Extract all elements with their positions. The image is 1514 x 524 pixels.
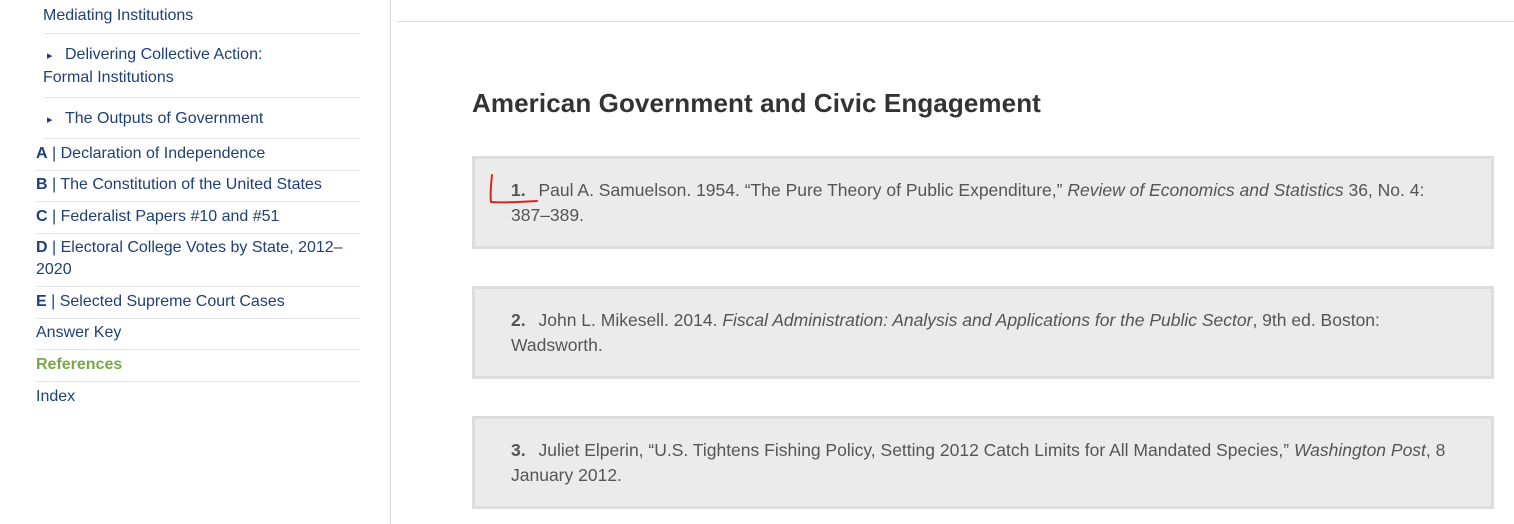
- sidebar-item-appendix-c[interactable]: C | Federalist Papers #10 and #51: [36, 206, 360, 234]
- sidebar-item-label: References: [36, 356, 123, 373]
- sidebar-item-label-line2: Formal Institutions: [43, 69, 174, 86]
- reference-number: 1.: [511, 180, 526, 200]
- reference-text: Paul A. Samuelson. 1954. “The Pure Theor…: [538, 180, 1068, 200]
- sidebar-item-index[interactable]: Index: [36, 386, 360, 414]
- reference-item-1: 1. Paul A. Samuelson. 1954. “The Pure Th…: [472, 156, 1494, 249]
- sidebar-item-label: Index: [36, 388, 76, 405]
- reference-text: John L. Mikesell. 2014.: [538, 310, 723, 330]
- header-divider: [397, 21, 1514, 22]
- appendix-letter: B: [36, 176, 48, 193]
- sidebar-item-label: | Declaration of Independence: [52, 145, 266, 162]
- sidebar-item-label: The Outputs of Government: [65, 110, 264, 127]
- sidebar-item-delivering-collective-action[interactable]: ▸ Delivering Collective Action: Formal In…: [43, 44, 360, 98]
- sidebar-item-label: Mediating Institutions: [43, 7, 194, 24]
- sidebar-item-appendix-d[interactable]: D | Electoral College Votes by State, 20…: [36, 237, 360, 287]
- appendix-letter: C: [36, 208, 48, 225]
- appendix-letter: E: [36, 293, 47, 310]
- appendix-letter: D: [36, 239, 48, 256]
- reference-title: Fiscal Administration: Analysis and Appl…: [722, 310, 1253, 330]
- reference-number: 3.: [511, 440, 526, 460]
- expand-triangle-icon[interactable]: ▸: [43, 45, 65, 67]
- expand-triangle-icon[interactable]: ▸: [43, 109, 65, 131]
- sidebar-item-appendix-b[interactable]: B | The Constitution of the United State…: [36, 174, 360, 202]
- reference-text: Juliet Elperin, “U.S. Tightens Fishing P…: [538, 440, 1294, 460]
- sidebar-item-label: Answer Key: [36, 324, 122, 341]
- reference-item-2: 2. John L. Mikesell. 2014. Fiscal Admini…: [472, 286, 1494, 379]
- sidebar-item-references[interactable]: References: [36, 354, 360, 382]
- sidebar-item-outputs-of-government[interactable]: ▸ The Outputs of Government: [43, 108, 360, 139]
- sidebar-item-label: Delivering Collective Action:: [65, 46, 263, 63]
- sidebar-item-appendix-e[interactable]: E | Selected Supreme Court Cases: [36, 291, 360, 319]
- page-title: American Government and Civic Engagement: [472, 88, 1041, 118]
- reference-title: Review of Economics and Statistics: [1067, 180, 1344, 200]
- reference-item-3: 3. Juliet Elperin, “U.S. Tightens Fishin…: [472, 416, 1494, 509]
- sidebar-item-appendix-a[interactable]: A | Declaration of Independence: [36, 143, 360, 171]
- sidebar-item-label-line2: 2020: [36, 261, 72, 278]
- reference-number: 2.: [511, 310, 526, 330]
- sidebar-item-label: | Selected Supreme Court Cases: [51, 293, 285, 310]
- sidebar-item-label: | Electoral College Votes by State, 2012…: [52, 239, 343, 256]
- reference-title: Washington Post: [1293, 440, 1426, 460]
- sidebar-item-answer-key[interactable]: Answer Key: [36, 322, 360, 350]
- sidebar-item-label: | Federalist Papers #10 and #51: [52, 208, 280, 225]
- appendix-letter: A: [36, 145, 48, 162]
- sidebar-item-mediating-institutions[interactable]: Mediating Institutions: [43, 5, 360, 34]
- sidebar-nav: Mediating Institutions ▸ Delivering Colle…: [0, 0, 391, 524]
- sidebar-item-label: | The Constitution of the United States: [52, 176, 322, 193]
